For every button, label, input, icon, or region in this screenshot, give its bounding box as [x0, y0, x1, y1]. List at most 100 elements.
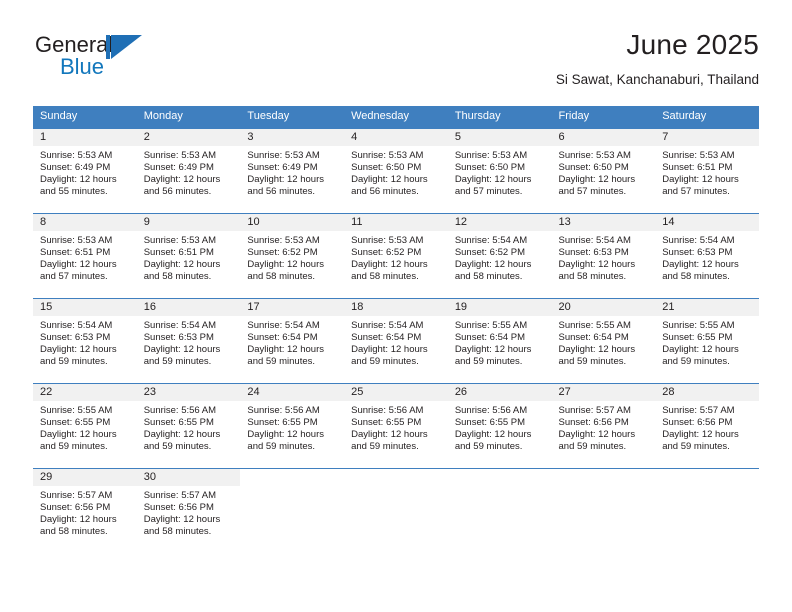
- calendar-day-cell[interactable]: 15 Sunrise: 5:54 AM Sunset: 6:53 PM Dayligh…: [33, 298, 137, 384]
- calendar-day-cell[interactable]: 16 Sunrise: 5:54 AM Sunset: 6:53 PM Dayligh…: [136, 298, 241, 384]
- weekday-header-tuesday: Tuesday: [240, 106, 345, 129]
- daylight-text-line1: Daylight: 12 hours: [558, 429, 636, 441]
- day-number: 1: [33, 129, 137, 146]
- calendar-day-cell[interactable]: 13 Sunrise: 5:54 AM Sunset: 6:53 PM Dayligh…: [551, 213, 656, 299]
- calendar-day-cell[interactable]: 10 Sunrise: 5:53 AM Sunset: 6:52 PM Dayligh…: [240, 213, 345, 299]
- sunrise-text: Sunrise: 5:57 AM: [662, 405, 735, 416]
- day-details: Sunrise: 5:57 AM Sunset: 6:56 PM Daylight:…: [33, 486, 137, 538]
- daylight-text-line2: and 59 minutes.: [143, 441, 212, 453]
- daylight-text-line1: Daylight: 12 hours: [454, 429, 532, 441]
- day-details: Sunrise: 5:53 AM Sunset: 6:49 PM Daylight:…: [240, 146, 344, 198]
- sunset-text: Sunset: 6:55 PM: [40, 417, 111, 429]
- sunset-text: Sunset: 6:50 PM: [558, 162, 629, 174]
- daylight-text-line1: Daylight: 12 hours: [351, 344, 428, 356]
- day-number: 4: [344, 129, 448, 146]
- daylight-text-line1: Daylight: 12 hours: [662, 174, 739, 186]
- daylight-text-line1: Daylight: 12 hours: [454, 259, 532, 271]
- calendar-day-cell[interactable]: 27 Sunrise: 5:57 AM Sunset: 6:56 PM Dayligh…: [551, 383, 656, 469]
- daylight-text-line1: Daylight: 12 hours: [247, 344, 324, 356]
- calendar-week-row: 22 Sunrise: 5:55 AM Sunset: 6:55 PM Dayligh…: [33, 383, 759, 469]
- day-details: Sunrise: 5:56 AM Sunset: 6:55 PM Daylight:…: [448, 401, 552, 453]
- calendar-day-cell[interactable]: 3 Sunrise: 5:53 AM Sunset: 6:49 PM Daylight…: [240, 128, 345, 214]
- day-details: Sunrise: 5:53 AM Sunset: 6:50 PM Daylight:…: [448, 146, 552, 198]
- sunset-text: Sunset: 6:54 PM: [558, 332, 629, 344]
- calendar-day-cell[interactable]: 26 Sunrise: 5:56 AM Sunset: 6:55 PM Dayligh…: [447, 383, 552, 469]
- calendar-day-cell[interactable]: 18 Sunrise: 5:54 AM Sunset: 6:54 PM Dayligh…: [344, 298, 448, 384]
- calendar-day-cell[interactable]: 9 Sunrise: 5:53 AM Sunset: 6:51 PM Daylight…: [136, 213, 241, 299]
- sunrise-text: Sunrise: 5:56 AM: [143, 405, 217, 416]
- day-number: 5: [447, 129, 552, 146]
- sunrise-text: Sunrise: 5:53 AM: [351, 150, 424, 161]
- calendar-day-cell[interactable]: 7 Sunrise: 5:53 AM Sunset: 6:51 PM Daylight…: [655, 128, 759, 214]
- day-number: 19: [447, 299, 552, 316]
- daylight-text-line2: and 58 minutes.: [454, 271, 523, 283]
- sunset-text: Sunset: 6:55 PM: [662, 332, 733, 344]
- sunrise-text: Sunrise: 5:55 AM: [40, 405, 113, 416]
- day-number: [448, 469, 552, 486]
- daylight-text-line1: Daylight: 12 hours: [662, 344, 739, 356]
- calendar-day-cell[interactable]: 28 Sunrise: 5:57 AM Sunset: 6:56 PM Dayligh…: [655, 383, 759, 469]
- day-number: 2: [136, 129, 241, 146]
- day-number: 11: [344, 214, 448, 231]
- calendar-day-cell[interactable]: 6 Sunrise: 5:53 AM Sunset: 6:50 PM Daylight…: [551, 128, 656, 214]
- calendar-day-cell-empty: [344, 468, 448, 553]
- sunset-text: Sunset: 6:55 PM: [351, 417, 422, 429]
- daylight-text-line1: Daylight: 12 hours: [662, 259, 739, 271]
- sunrise-text: Sunrise: 5:55 AM: [662, 320, 735, 331]
- day-details: Sunrise: 5:56 AM Sunset: 6:55 PM Daylight:…: [240, 401, 344, 453]
- day-details: Sunrise: 5:54 AM Sunset: 6:53 PM Daylight:…: [552, 231, 656, 283]
- sunrise-text: Sunrise: 5:54 AM: [40, 320, 113, 331]
- calendar-day-cell[interactable]: 25 Sunrise: 5:56 AM Sunset: 6:55 PM Dayligh…: [344, 383, 448, 469]
- daylight-text-line1: Daylight: 12 hours: [40, 174, 117, 186]
- daylight-text-line1: Daylight: 12 hours: [40, 514, 117, 526]
- day-number: 25: [344, 384, 448, 401]
- calendar-day-cell[interactable]: 2 Sunrise: 5:53 AM Sunset: 6:49 PM Daylight…: [136, 128, 241, 214]
- calendar-day-cell[interactable]: 21 Sunrise: 5:55 AM Sunset: 6:55 PM Dayligh…: [655, 298, 759, 384]
- calendar-day-cell[interactable]: 20 Sunrise: 5:55 AM Sunset: 6:54 PM Dayligh…: [551, 298, 656, 384]
- day-number: 17: [240, 299, 345, 316]
- calendar-day-cell[interactable]: 11 Sunrise: 5:53 AM Sunset: 6:52 PM Dayligh…: [344, 213, 448, 299]
- calendar-day-cell[interactable]: 24 Sunrise: 5:56 AM Sunset: 6:55 PM Dayligh…: [240, 383, 345, 469]
- calendar-day-cell[interactable]: 29 Sunrise: 5:57 AM Sunset: 6:56 PM Dayligh…: [33, 468, 137, 553]
- calendar-day-cell[interactable]: 30 Sunrise: 5:57 AM Sunset: 6:56 PM Dayligh…: [136, 468, 241, 553]
- sunset-text: Sunset: 6:54 PM: [351, 332, 422, 344]
- calendar-day-cell[interactable]: 8 Sunrise: 5:53 AM Sunset: 6:51 PM Daylight…: [33, 213, 137, 299]
- daylight-text-line2: and 58 minutes.: [143, 526, 212, 538]
- calendar-day-cell[interactable]: 12 Sunrise: 5:54 AM Sunset: 6:52 PM Dayligh…: [447, 213, 552, 299]
- calendar-day-cell[interactable]: 4 Sunrise: 5:53 AM Sunset: 6:50 PM Daylight…: [344, 128, 448, 214]
- day-number: 18: [344, 299, 448, 316]
- sunrise-text: Sunrise: 5:56 AM: [454, 405, 528, 416]
- brand-name-blue: Blue: [60, 54, 105, 79]
- daylight-text-line2: and 56 minutes.: [351, 186, 419, 198]
- sunset-text: Sunset: 6:49 PM: [247, 162, 318, 174]
- sunset-text: Sunset: 6:49 PM: [143, 162, 214, 174]
- daylight-text-line2: and 59 minutes.: [662, 441, 730, 453]
- daylight-text-line2: and 59 minutes.: [143, 356, 212, 368]
- day-details: Sunrise: 5:54 AM Sunset: 6:52 PM Daylight:…: [448, 231, 552, 283]
- calendar-day-cell[interactable]: 1 Sunrise: 5:53 AM Sunset: 6:49 PM Daylight…: [33, 128, 137, 214]
- calendar-day-cell-empty: [447, 468, 552, 553]
- calendar-day-cell[interactable]: 5 Sunrise: 5:53 AM Sunset: 6:50 PM Daylight…: [447, 128, 552, 214]
- day-number: 24: [240, 384, 345, 401]
- sunset-text: Sunset: 6:55 PM: [247, 417, 318, 429]
- sunset-text: Sunset: 6:56 PM: [143, 502, 214, 514]
- day-number: 21: [655, 299, 759, 316]
- sunrise-text: Sunrise: 5:55 AM: [558, 320, 631, 331]
- calendar-day-cell[interactable]: 19 Sunrise: 5:55 AM Sunset: 6:54 PM Dayligh…: [447, 298, 552, 384]
- calendar-day-cell[interactable]: 14 Sunrise: 5:54 AM Sunset: 6:53 PM Dayligh…: [655, 213, 759, 299]
- daylight-text-line2: and 58 minutes.: [558, 271, 627, 283]
- daylight-text-line2: and 57 minutes.: [558, 186, 627, 198]
- daylight-text-line2: and 57 minutes.: [40, 271, 108, 283]
- calendar-day-cell[interactable]: 22 Sunrise: 5:55 AM Sunset: 6:55 PM Dayligh…: [33, 383, 137, 469]
- daylight-text-line1: Daylight: 12 hours: [143, 514, 221, 526]
- day-details: Sunrise: 5:53 AM Sunset: 6:51 PM Daylight:…: [137, 231, 241, 283]
- sunset-text: Sunset: 6:53 PM: [143, 332, 214, 344]
- sunrise-text: Sunrise: 5:53 AM: [143, 150, 217, 161]
- brand-logo[interactable]: General Blue: [33, 32, 243, 90]
- sunrise-text: Sunrise: 5:56 AM: [351, 405, 424, 416]
- daylight-text-line1: Daylight: 12 hours: [247, 429, 324, 441]
- calendar-day-cell[interactable]: 23 Sunrise: 5:56 AM Sunset: 6:55 PM Dayligh…: [136, 383, 241, 469]
- sunrise-text: Sunrise: 5:54 AM: [143, 320, 217, 331]
- calendar-week-row: 29 Sunrise: 5:57 AM Sunset: 6:56 PM Dayligh…: [33, 468, 759, 553]
- calendar-day-cell[interactable]: 17 Sunrise: 5:54 AM Sunset: 6:54 PM Dayligh…: [240, 298, 345, 384]
